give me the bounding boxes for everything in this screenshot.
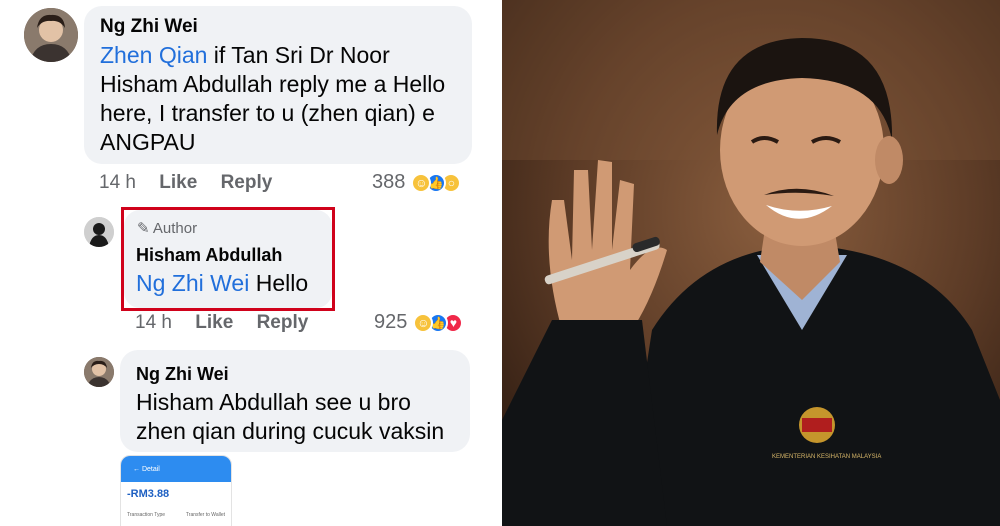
comment-text-line: Hisham Abdullah see u bro bbox=[136, 389, 411, 415]
news-photo: KEMENTERIAN KESIHATAN MALAYSIA bbox=[502, 0, 1000, 526]
avatar-photo-icon bbox=[24, 8, 78, 62]
comment-author[interactable]: Ng Zhi Wei bbox=[100, 16, 198, 38]
attachment-amount: -RM3.88 bbox=[127, 488, 170, 500]
reply-text: Ng Zhi Wei Hello bbox=[136, 270, 308, 297]
comment-text-line: Hisham Abdullah reply me a Hello bbox=[100, 71, 446, 97]
comment-actions: 14 h Like Reply bbox=[99, 172, 290, 194]
author-badge: ✎ Author bbox=[137, 219, 197, 237]
avatar-photo-icon bbox=[84, 217, 114, 247]
back-arrow-icon: ← bbox=[133, 465, 142, 473]
attachment-row-label: Transaction Type bbox=[127, 512, 166, 518]
mention-link[interactable]: Ng Zhi Wei bbox=[136, 270, 249, 296]
like-button[interactable]: Like bbox=[159, 172, 197, 193]
attachment-image[interactable]: ← Detail -RM3.88 Transaction Type Transf… bbox=[120, 455, 232, 526]
emblem-icon bbox=[799, 407, 835, 443]
comment-text-line: here, I transfer to u (zhen qian) e bbox=[100, 100, 435, 126]
reply-button[interactable]: Reply bbox=[257, 312, 309, 333]
man-waving-photo: KEMENTERIAN KESIHATAN MALAYSIA bbox=[502, 0, 1000, 526]
reaction-count: 388 bbox=[372, 171, 406, 193]
timestamp[interactable]: 14 h bbox=[99, 172, 136, 193]
reaction-summary[interactable]: 388 ☺ 👍 ○ bbox=[372, 171, 462, 194]
attachment-header-label: Detail bbox=[141, 465, 160, 473]
comment-author[interactable]: Ng Zhi Wei bbox=[136, 364, 229, 385]
reaction-count: 925 bbox=[374, 311, 408, 333]
author-badge-label: Author bbox=[152, 220, 198, 237]
commenter-avatar[interactable] bbox=[84, 357, 114, 387]
timestamp[interactable]: 14 h bbox=[135, 312, 172, 333]
attachment-row-value: Transfer to Wallet bbox=[185, 512, 225, 518]
comment-text: Hello bbox=[249, 270, 309, 296]
mention-link[interactable]: Zhen Qian bbox=[100, 42, 207, 68]
comment-actions: 14 h Like Reply bbox=[135, 312, 326, 334]
commenter-avatar[interactable] bbox=[24, 8, 78, 62]
pencil-icon: ✎ bbox=[137, 220, 150, 237]
attachment-row: Transaction Type Transfer to Wallet bbox=[121, 500, 231, 518]
like-button[interactable]: Like bbox=[195, 312, 233, 333]
haha-icon: ☺ bbox=[413, 312, 434, 333]
author-avatar[interactable] bbox=[84, 217, 114, 247]
comment-text-line: ANGPAU bbox=[100, 129, 196, 155]
reaction-summary[interactable]: 925 ☺ 👍 ♥ bbox=[374, 311, 464, 334]
jacket-text: KEMENTERIAN KESIHATAN MALAYSIA bbox=[772, 454, 881, 460]
haha-icon: ☺ bbox=[411, 172, 432, 193]
comment-text: if Tan Sri Dr Noor bbox=[207, 42, 390, 68]
attachment-header: ← Detail bbox=[121, 456, 231, 482]
reply-button[interactable]: Reply bbox=[221, 172, 273, 193]
comment-thread: Ng Zhi Wei Zhen Qian if Tan Sri Dr Noor … bbox=[0, 0, 490, 526]
avatar-photo-icon bbox=[84, 357, 114, 387]
comment-author[interactable]: Hisham Abdullah bbox=[136, 245, 282, 266]
comment-text-line: zhen qian during cucuk vaksin bbox=[136, 418, 445, 444]
comment-text-line: Zhen Qian if Tan Sri Dr Noor bbox=[100, 42, 390, 69]
